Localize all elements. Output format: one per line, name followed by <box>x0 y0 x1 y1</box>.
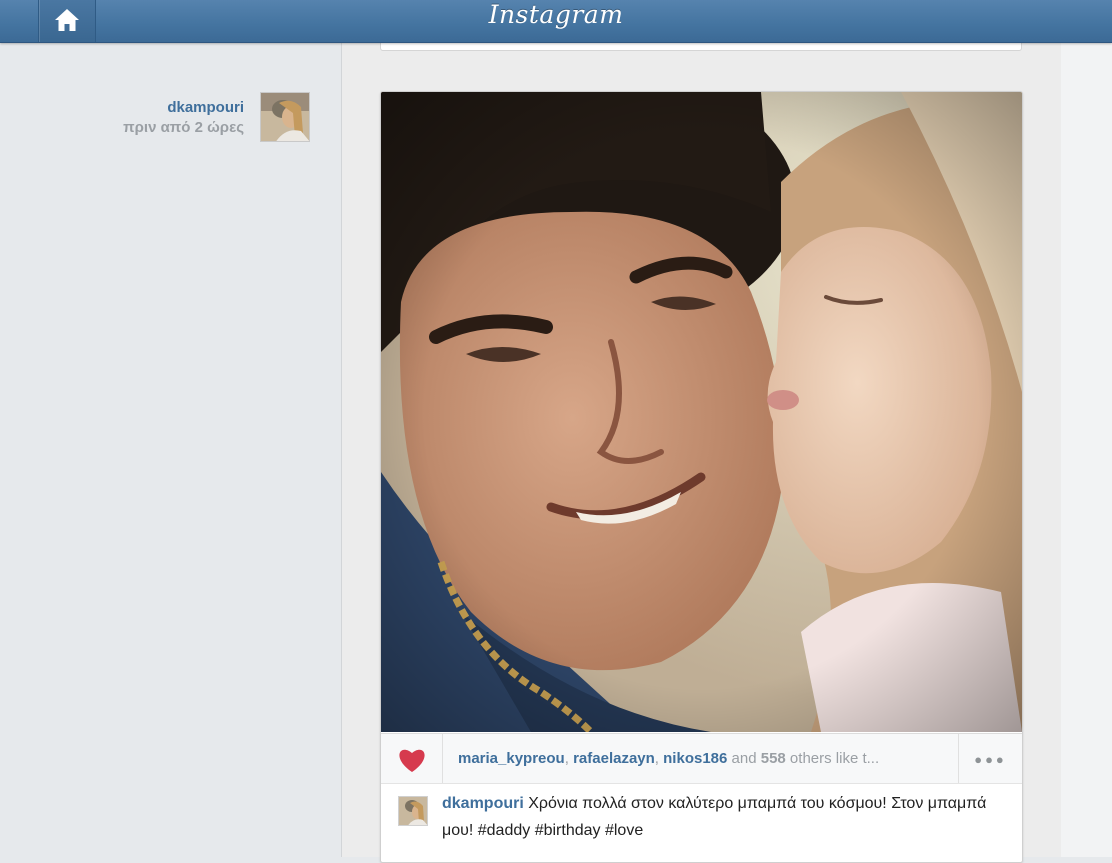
post-caption: dkampouri Χρόνια πολλά στον καλύτερο μπα… <box>442 790 1002 844</box>
like-button[interactable] <box>381 734 443 783</box>
caption-row: dkampouri Χρόνια πολλά στον καλύτερο μπα… <box>381 784 1022 862</box>
post-timestamp: πριν από 2 ώρες <box>123 119 244 136</box>
heart-icon <box>399 749 425 772</box>
avatar-photo <box>261 93 309 141</box>
likes-summary: maria_kypreou, rafaelazayn, nikos186 and… <box>458 734 958 783</box>
liker-link[interactable]: maria_kypreou <box>458 750 565 767</box>
likes-separator: , <box>654 750 664 767</box>
liker-link[interactable]: nikos186 <box>663 750 727 767</box>
liker-link[interactable]: rafaelazayn <box>573 750 655 767</box>
likes-and-text: and <box>727 750 761 767</box>
right-gutter <box>1061 42 1112 857</box>
author-avatar[interactable] <box>260 92 310 142</box>
caption-author-avatar[interactable] <box>398 796 428 826</box>
avatar-photo <box>399 797 427 825</box>
instagram-logo[interactable]: Instagram <box>0 0 1112 34</box>
post-author-meta: dkampouri πριν από 2 ώρες <box>123 98 244 138</box>
caption-text: Χρόνια πολλά στον καλύτερο μπαμπά του κό… <box>442 795 987 839</box>
post-card: maria_kypreou, rafaelazayn, nikos186 and… <box>380 91 1023 863</box>
photo-illustration <box>381 92 1022 732</box>
likes-separator: , <box>564 750 574 767</box>
likes-count[interactable]: 558 <box>761 750 786 767</box>
top-bar: Instagram <box>0 0 1112 43</box>
ellipsis-icon: ●●● <box>974 752 1007 767</box>
caption-username-link[interactable]: dkampouri <box>442 795 524 812</box>
likes-bar: maria_kypreou, rafaelazayn, nikos186 and… <box>381 733 1022 784</box>
more-options-button[interactable]: ●●● <box>958 734 1022 783</box>
post-photo[interactable] <box>381 92 1022 732</box>
author-username-link[interactable]: dkampouri <box>123 98 244 117</box>
likes-suffix[interactable]: others like t... <box>786 750 879 767</box>
